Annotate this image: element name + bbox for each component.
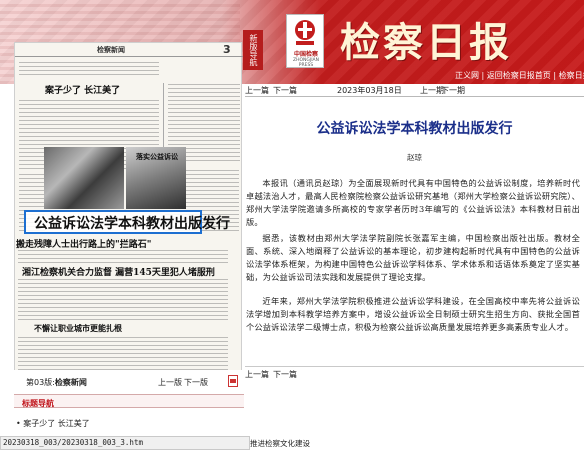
side-nav-tab[interactable]: 新版导航 bbox=[243, 30, 263, 70]
newspaper-page-image[interactable]: 检察新闻 3 案子少了 长江美了 落实公益诉讼 公益诉讼法学本科教材出版发行 搬… bbox=[0, 20, 243, 370]
nav-list-item[interactable]: • 案子少了 长江美了 bbox=[16, 418, 90, 429]
pdf-icon[interactable] bbox=[228, 375, 238, 387]
link-home[interactable]: 返回检察日报首页 bbox=[487, 71, 551, 80]
masthead-title: 检察日报 bbox=[340, 19, 512, 66]
page-headline[interactable]: 落实公益诉讼 bbox=[136, 152, 178, 162]
text-block bbox=[18, 249, 228, 263]
news-photo bbox=[44, 147, 124, 209]
text-block bbox=[18, 278, 228, 320]
next-article-link[interactable]: 下一篇 bbox=[273, 85, 297, 96]
edition-name: 检察新闻 bbox=[54, 378, 87, 387]
page-number: 3 bbox=[223, 43, 231, 56]
page-headline[interactable]: 不懈让职业城市更能扎根 bbox=[34, 323, 122, 334]
page-header: 检察新闻 3 bbox=[15, 43, 243, 57]
next-edition-link[interactable]: 下一版 bbox=[184, 377, 208, 388]
link-epaper[interactable]: 检察日报电子版 bbox=[559, 71, 584, 80]
edition-bar: 第03版:检察新闻 上一版 下一版 bbox=[0, 374, 243, 390]
link-zhengyi[interactable]: 正义网 bbox=[455, 71, 479, 80]
text-block bbox=[19, 61, 159, 75]
prev-article-link[interactable]: 上一篇 bbox=[245, 369, 269, 380]
top-links: 正义网 | 返回检察日报首页 | 检察日报电子版 bbox=[455, 70, 584, 81]
page-headline[interactable]: 湘江检察机关合力监督 漏营145天里犯人堵服刑 bbox=[22, 265, 215, 278]
title-nav-header: 标题导航 bbox=[14, 394, 244, 408]
logo-text-en: ZHONGJIAN PRESS bbox=[293, 58, 319, 68]
text-block bbox=[18, 334, 228, 370]
article-author: 赵琼 bbox=[407, 153, 422, 162]
prev-article-link[interactable]: 上一篇 bbox=[245, 85, 269, 96]
nav-item-label[interactable]: 案子少了 长江美了 bbox=[23, 419, 90, 428]
page-headline[interactable]: 案子少了 长江美了 bbox=[45, 83, 120, 96]
article-title: 公益诉讼法学本科教材出版发行 bbox=[316, 121, 513, 137]
next-issue-link[interactable]: 下一期 bbox=[441, 85, 465, 96]
prev-edition-link[interactable]: 上一版 bbox=[158, 377, 182, 388]
page-section-name: 检察新闻 bbox=[97, 46, 125, 54]
next-article-link[interactable]: 下一篇 bbox=[273, 369, 297, 380]
issue-date: 2023年03月18日 bbox=[337, 86, 402, 95]
status-bar-url: 20230318_003/20230318_003_3.htm bbox=[0, 436, 250, 450]
article-paragraph: 本报讯（通讯员赵琼）为全面展现新时代具有中国特色的公益诉讼制度，培养新时代卓越法… bbox=[246, 178, 580, 227]
article-top-nav: 上一篇 下一篇 2023年03月18日 上一期 下一期 bbox=[245, 84, 584, 97]
article-paragraph: 近年来，郑州大学法学院积极推进公益诉讼学科建设，在全国高校中率先将公益诉讼法学增… bbox=[246, 296, 580, 332]
title-nav-label: 标题导航 bbox=[22, 399, 54, 408]
selected-article-headline[interactable]: 公益诉讼法学本科教材出版发行 bbox=[34, 213, 230, 233]
newspaper-logo[interactable]: 中国检察 ZHONGJIAN PRESS bbox=[286, 14, 324, 68]
logo-text-cn: 中国检察 bbox=[293, 51, 318, 58]
article-paragraph: 据悉，该教材由郑州大学法学院副院长张嘉军主编，中国检察出版社出版。教材全面、系统… bbox=[246, 233, 580, 282]
article-bottom-nav: 上一篇 下一篇 bbox=[245, 366, 584, 380]
emblem-icon bbox=[295, 20, 315, 45]
edition-prefix: 第03版: bbox=[26, 378, 55, 387]
status-bar-suffix: 推进检察文化建设 bbox=[250, 439, 310, 448]
edition-label: 第03版:检察新闻 bbox=[26, 377, 87, 388]
